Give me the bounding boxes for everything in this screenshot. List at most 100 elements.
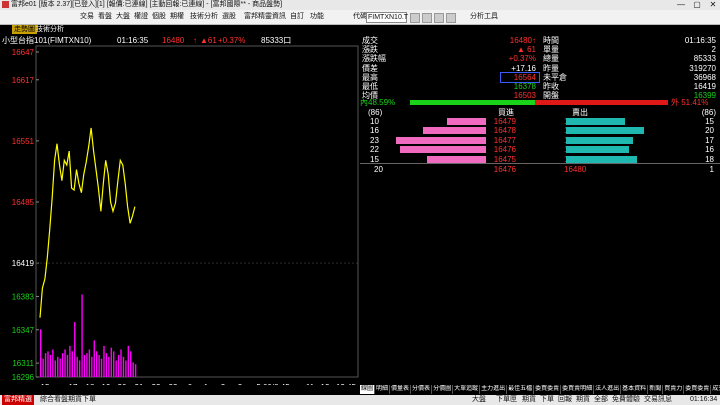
quote-value: 16378 [513, 82, 536, 91]
menu-info[interactable]: 資訊 [272, 10, 286, 24]
detail-tab[interactable]: 主力進出 [480, 385, 508, 394]
detail-tab[interactable]: 委買委賣 [684, 385, 712, 394]
symbol-label: 代碼 [353, 13, 367, 20]
volume-bar [44, 353, 47, 377]
bid-qty: 23 [370, 135, 379, 145]
menu-warrant[interactable]: 權證 [134, 10, 148, 24]
detail-tab[interactable]: 基本資料 [621, 385, 649, 394]
status-trade-msg[interactable]: 交易訊息 [642, 395, 674, 405]
quote-label: 漲跌幅 [362, 54, 386, 64]
maximize-button[interactable]: ▢ [692, 0, 702, 10]
status-tab-futures-order[interactable]: 期貨下單 [66, 395, 98, 405]
menu-custom[interactable]: 自訂 [290, 10, 304, 24]
toolbar-button[interactable] [410, 13, 420, 23]
detail-tab[interactable]: 分價圖 [432, 385, 454, 394]
status-futures-2[interactable]: 期貨 [574, 395, 592, 405]
menu-trade[interactable]: 交易 [80, 10, 94, 24]
status-free-trial[interactable]: 免費體驗 [610, 395, 642, 405]
menu-screener[interactable]: 選股 [222, 10, 236, 24]
quote-label: 漲跌 [362, 45, 378, 55]
tab-technical-analysis[interactable]: 技術分析 [34, 25, 66, 34]
detail-tab[interactable]: 分價表 [411, 385, 433, 394]
quote-label: 未平倉 [543, 72, 567, 82]
quote-label: 價差 [362, 63, 378, 73]
volume-bar [49, 355, 52, 377]
detail-tab[interactable]: 價量表 [390, 385, 412, 394]
volume-bar [86, 353, 88, 377]
chart-frame [35, 45, 359, 378]
status-order[interactable]: 下單 [538, 395, 556, 405]
y-tick-label: 16347 [12, 326, 35, 335]
quote-label: 時間 [543, 36, 559, 45]
close-button[interactable]: ✕ [708, 0, 718, 10]
status-futures[interactable]: 期貨 [520, 395, 538, 405]
x-tick-label: 11 [306, 383, 315, 385]
chart-canvas[interactable]: 16647 16617 16551 16485 16419 16383 16347 16311… [0, 35, 360, 385]
status-report[interactable]: 回報 [556, 395, 574, 405]
detail-tab[interactable]: 委買委賣 [534, 385, 562, 394]
menu-bar: 交易 看盤 大盤 權證 個股 期權 技術分析 選股 富邦精靈 資訊 自訂 功能 … [0, 10, 720, 25]
menu-technical[interactable]: 技術分析 [190, 10, 218, 24]
ask-qty: 15 [705, 117, 714, 126]
bid-qty: 22 [370, 145, 379, 155]
quote-label: 昨量 [543, 63, 559, 73]
ask-depth-bar [566, 146, 629, 154]
x-tick-label: 1 [204, 383, 209, 385]
ask-qty: 17 [705, 135, 714, 145]
menu-watch[interactable]: 看盤 [98, 10, 112, 24]
menu-futures[interactable]: 期權 [170, 10, 184, 24]
menu-functions[interactable]: 功能 [310, 10, 324, 24]
toolbar-button[interactable] [434, 13, 444, 23]
volume-bar [103, 345, 105, 377]
bid-price: 16476 [493, 145, 516, 155]
app-icon [2, 1, 9, 8]
volume-bar [61, 353, 64, 377]
minimize-button[interactable]: — [676, 0, 686, 10]
menu-wizard[interactable]: 富邦精靈 [244, 10, 272, 24]
status-order-box[interactable]: 下單匣 [494, 395, 519, 405]
symbol-input[interactable]: FIMTXN10.T [366, 12, 408, 23]
volume-bar [125, 360, 127, 377]
outer-volume-bar [535, 100, 668, 105]
detail-tab[interactable]: 委買賣明細 [561, 385, 595, 394]
quote-label: 昨收 [543, 82, 559, 91]
intraday-chart[interactable]: 16647 16617 16551 16485 16419 16383 16347 16311… [0, 35, 360, 395]
outer-pct: 51.41% [681, 98, 709, 107]
status-tab-picks[interactable]: 富邦精選 [2, 395, 34, 405]
volume-bar [91, 356, 93, 377]
status-bar: 富邦精選 綜合看盤 期貨下單 大盤 下單匣 期貨 下單 回報 期貨 全部 免費體… [0, 395, 720, 405]
bid-price: 16479 [493, 117, 516, 126]
toolbar-button[interactable] [446, 13, 456, 23]
y-tick-label: 16296 [12, 373, 35, 382]
volume-bar [64, 349, 66, 377]
x-tick-label: 3 [238, 383, 243, 385]
quote-label: 最低 [362, 82, 378, 91]
book-separator [360, 163, 720, 164]
ask-depth-bar [566, 155, 637, 163]
detail-tab[interactable]: 法人進出 [594, 385, 622, 394]
status-market[interactable]: 大盤 [470, 395, 488, 405]
detail-tab[interactable]: 線圖 [360, 385, 376, 394]
window-title: 富邦e01 [版本 2.37][已登入][1] [報價:已連線] [主動回報:已… [11, 1, 283, 8]
detail-tab[interactable]: 買賣力 [663, 385, 685, 394]
detail-tab[interactable]: 大單追蹤 [453, 385, 481, 394]
toolbar-button[interactable] [422, 13, 432, 23]
quote-label: 成交 [362, 36, 378, 45]
detail-tab[interactable]: 明細 [375, 385, 391, 394]
menu-market[interactable]: 大盤 [116, 10, 130, 24]
outer-label-text: 外 [671, 98, 682, 107]
y-tick-label: 16617 [12, 76, 35, 85]
y-tick-label: 16647 [12, 48, 35, 57]
volume-bar [132, 362, 134, 377]
price-line [39, 127, 136, 318]
menu-stock[interactable]: 個股 [152, 10, 166, 24]
status-all[interactable]: 全部 [592, 395, 610, 405]
bid-header: 買進 [498, 108, 514, 117]
detail-tab[interactable]: 最佳五檔 [507, 385, 535, 394]
volume-bar [100, 358, 103, 377]
detail-tab[interactable]: 新聞 [648, 385, 664, 394]
inner-volume-bar [410, 100, 536, 105]
y-tick-label: 16419 [12, 259, 35, 268]
detail-tab[interactable]: 成交價 [711, 385, 720, 394]
menu-analysis-tools[interactable]: 分析工具 [470, 10, 498, 24]
